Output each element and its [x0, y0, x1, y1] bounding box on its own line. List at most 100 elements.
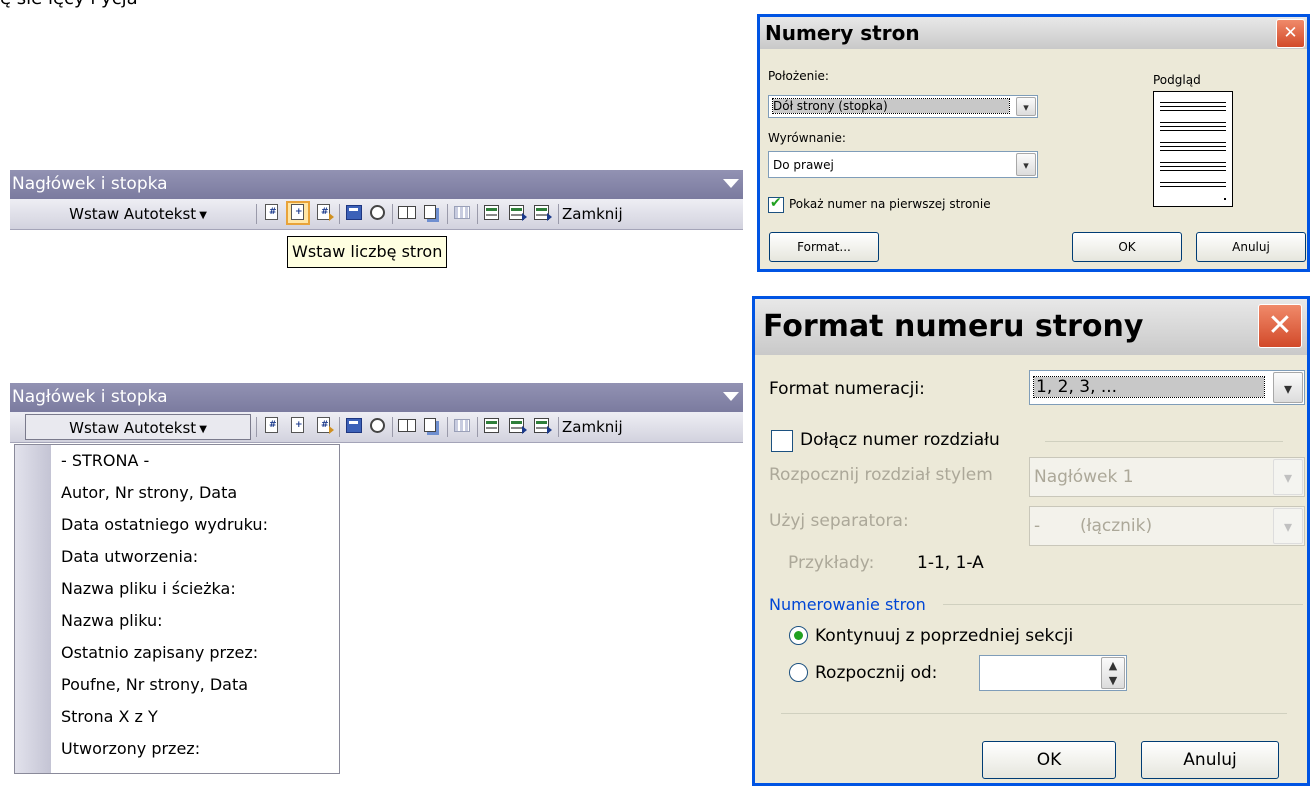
page-setup-icon[interactable] [397, 203, 417, 223]
insert-time-icon[interactable] [368, 203, 388, 223]
page-numbering-group-label: Numerowanie stron [769, 595, 926, 614]
show-next-icon[interactable] [532, 203, 552, 223]
ok-button[interactable]: OK [982, 741, 1116, 779]
header-footer-toolbar: Nagłówek i stopka Wstaw Autotekst ▼ # + #… [10, 170, 743, 230]
number-format-label: Format numeracji: [769, 379, 925, 399]
include-chapter-label: Dołącz numer rozdziału [800, 430, 1000, 450]
insert-page-count-icon[interactable]: + [286, 201, 310, 225]
format-page-number-icon[interactable]: # [314, 203, 334, 223]
menu-item-created-date[interactable]: Data utworzenia: [61, 541, 198, 573]
ok-button[interactable]: OK [1072, 232, 1182, 262]
same-as-previous-icon[interactable] [452, 203, 472, 223]
number-format-value: 1, 2, 3, ... [1033, 376, 1265, 398]
format-button[interactable]: Format... [769, 232, 879, 262]
insert-page-number-icon[interactable]: # [262, 416, 282, 436]
close-icon[interactable]: ✕ [1276, 19, 1305, 48]
examples-label: Przykłady: [788, 553, 875, 573]
toolbar-separator [339, 204, 340, 224]
dialog-title: Numery stron [765, 21, 920, 45]
menu-item-filename-path[interactable]: Nazwa pliku i ścieżka: [61, 573, 236, 605]
menu-item-filename[interactable]: Nazwa pliku: [61, 605, 163, 637]
show-hide-text-icon[interactable] [421, 203, 441, 223]
start-at-label: Rozpocznij od: [815, 663, 938, 683]
preview-label: Podgląd [1153, 73, 1201, 87]
insert-date-icon[interactable] [344, 416, 364, 436]
format-page-number-icon[interactable]: # [314, 416, 334, 436]
toolbar-buttons-row: Wstaw Autotekst ▼ # + # Zamknij [10, 412, 743, 443]
dropdown-arrow-icon: ▼ [199, 424, 207, 435]
spin-arrows-icon[interactable]: ▲ ▼ [1101, 657, 1125, 689]
toolbar-separator [392, 204, 393, 224]
menu-item-last-printed[interactable]: Data ostatniego wydruku: [61, 509, 268, 541]
toolbar-options-chevron-icon[interactable] [723, 179, 739, 188]
header-footer-toolbar-open: Nagłówek i stopka Wstaw Autotekst ▼ # + #… [10, 383, 743, 443]
toolbar-title: Nagłówek i stopka [12, 387, 168, 407]
alignment-select[interactable]: Do prawej ▾ [768, 151, 1038, 178]
close-icon[interactable]: ✕ [1258, 304, 1302, 348]
chevron-down-icon[interactable]: ▾ [1273, 372, 1303, 403]
toolbar-title-bar: Nagłówek i stopka [10, 383, 743, 412]
close-toolbar-button[interactable]: Zamknij [562, 201, 623, 227]
insert-autotext-button[interactable]: Wstaw Autotekst ▼ [25, 414, 251, 440]
show-first-page-label: Pokaż numer na pierwszej stronie [789, 197, 991, 211]
same-as-previous-icon[interactable] [452, 416, 472, 436]
dialog-title: Format numeru strony [763, 309, 1144, 344]
toolbar-separator [477, 204, 478, 224]
toolbar-options-chevron-icon[interactable] [723, 392, 739, 401]
include-chapter-checkbox[interactable] [771, 430, 793, 452]
menu-item-created-by[interactable]: Utworzony przez: [61, 733, 200, 765]
position-value: Dół strony (stopka) [772, 98, 1010, 114]
page-number-format-dialog: Format numeru strony ✕ Format numeracji:… [752, 296, 1310, 786]
divider-line [781, 713, 1287, 714]
menu-item-author-page-date[interactable]: Autor, Nr strony, Data [61, 477, 237, 509]
page-setup-icon[interactable] [397, 416, 417, 436]
insert-autotext-label: Wstaw Autotekst [69, 205, 197, 223]
show-next-icon[interactable] [532, 416, 552, 436]
show-previous-icon[interactable] [507, 416, 527, 436]
start-at-radio[interactable] [789, 663, 808, 682]
toolbar-separator [558, 204, 559, 224]
menu-icon-strip [15, 445, 51, 773]
toolbar-separator [558, 417, 559, 437]
chapter-style-label: Rozpocznij rozdział stylem [769, 465, 993, 485]
separator-select: - (łącznik) ▾ [1029, 506, 1305, 546]
continue-numbering-radio[interactable] [789, 626, 808, 645]
dialog-title-bar: Format numeru strony ✕ [755, 299, 1307, 355]
page-preview [1153, 91, 1233, 207]
separator-value: - [1034, 516, 1041, 536]
close-toolbar-button[interactable]: Zamknij [562, 414, 623, 440]
insert-page-number-icon[interactable]: # [262, 203, 282, 223]
chevron-down-icon[interactable]: ▾ [1016, 97, 1036, 116]
autotext-dropdown-menu: - STRONA - Autor, Nr strony, Data Data o… [14, 444, 340, 774]
chevron-down-icon[interactable]: ▾ [1016, 153, 1036, 176]
start-at-spinner[interactable]: ▲ ▼ [979, 655, 1127, 691]
menu-item-confidential[interactable]: Poufne, Nr strony, Data [61, 669, 248, 701]
position-select[interactable]: Dół strony (stopka) ▾ [768, 95, 1038, 118]
chevron-down-icon: ▾ [1273, 508, 1303, 544]
separator-name: (łącznik) [1080, 516, 1153, 536]
menu-item-page[interactable]: - STRONA - [61, 445, 149, 477]
show-hide-text-icon[interactable] [421, 416, 441, 436]
toolbar-separator [477, 417, 478, 437]
toolbar-separator [339, 417, 340, 437]
switch-header-footer-icon[interactable] [482, 203, 502, 223]
insert-time-icon[interactable] [368, 416, 388, 436]
continue-numbering-label: Kontynuuj z poprzedniej sekcji [815, 626, 1074, 646]
page-numbers-dialog: Numery stron ✕ Położenie: Dół strony (st… [757, 14, 1310, 272]
insert-autotext-label: Wstaw Autotekst [69, 419, 197, 437]
examples-value: 1-1, 1-A [917, 553, 984, 573]
number-format-select[interactable]: 1, 2, 3, ... ▾ [1029, 370, 1305, 405]
insert-page-count-icon[interactable]: + [288, 416, 308, 436]
position-label: Położenie: [768, 69, 829, 83]
insert-autotext-button[interactable]: Wstaw Autotekst ▼ [25, 201, 251, 227]
insert-date-icon[interactable] [344, 203, 364, 223]
toolbar-title-bar: Nagłówek i stopka [10, 170, 743, 199]
show-previous-icon[interactable] [507, 203, 527, 223]
menu-item-page-x-of-y[interactable]: Strona X z Y [61, 701, 158, 733]
show-first-page-checkbox[interactable] [768, 195, 784, 213]
switch-header-footer-icon[interactable] [482, 416, 502, 436]
cancel-button[interactable]: Anuluj [1141, 741, 1279, 779]
menu-item-last-saved-by[interactable]: Ostatnio zapisany przez: [61, 637, 258, 669]
cancel-button[interactable]: Anuluj [1196, 232, 1306, 262]
alignment-value: Do prawej [773, 158, 834, 172]
